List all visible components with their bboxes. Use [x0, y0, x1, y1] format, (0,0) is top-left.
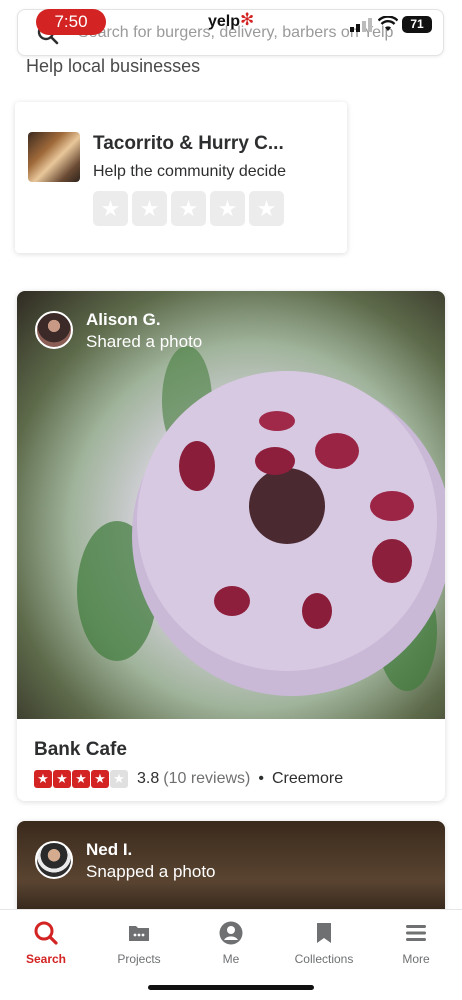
rate-star-2[interactable]: ★ — [132, 191, 167, 226]
nav-me[interactable]: Me — [191, 920, 271, 966]
user-name[interactable]: Alison G. — [86, 310, 161, 330]
user-avatar[interactable] — [35, 841, 73, 879]
nav-label: Collections — [294, 952, 354, 966]
card-footer[interactable]: Bank Cafe ★ ★ ★ ★ ★ 3.8 (10 reviews) • C… — [17, 719, 445, 801]
rate-star-1[interactable]: ★ — [93, 191, 128, 226]
search-icon — [34, 921, 58, 945]
business-name[interactable]: Bank Cafe — [34, 739, 127, 761]
projects-icon — [129, 926, 149, 941]
search-input[interactable]: Search for burgers, delivery, barbers on… — [78, 24, 393, 42]
review-prompt-subtitle: Help the community decide — [93, 163, 286, 180]
nav-search[interactable]: Search — [6, 920, 86, 966]
feed-card[interactable]: Alison G. Shared a photo Bank Cafe ★ ★ ★… — [17, 291, 445, 801]
nav-label: Projects — [117, 952, 161, 966]
rating-value: 3.8 — [137, 770, 160, 787]
rating-row: ★ ★ ★ ★ ★ 3.8 (10 reviews) • Creemore — [34, 770, 343, 788]
feed-photo[interactable] — [17, 291, 445, 719]
rating-star-row: ★ ★ ★ ★ ★ — [93, 191, 284, 226]
user-avatar[interactable] — [35, 311, 73, 349]
business-name[interactable]: Tacorrito & Hurry C... — [93, 133, 284, 155]
menu-icon — [406, 925, 426, 941]
nav-label: Me — [222, 952, 240, 966]
search-icon — [37, 23, 59, 45]
rate-star-3[interactable]: ★ — [171, 191, 206, 226]
profile-icon — [219, 921, 243, 945]
user-action: Shared a photo — [86, 332, 203, 351]
nav-more[interactable]: More — [376, 920, 456, 966]
section-title: Help local businesses — [26, 56, 201, 76]
nav-projects[interactable]: Projects — [99, 920, 179, 966]
star-icon: ★ — [72, 770, 90, 788]
star-icon: ★ — [110, 770, 128, 788]
feed-card[interactable]: Ned I. Snapped a photo — [17, 821, 445, 921]
star-icon: ★ — [53, 770, 71, 788]
rate-star-4[interactable]: ★ — [210, 191, 245, 226]
feed-photo[interactable] — [17, 821, 445, 921]
business-thumbnail[interactable] — [28, 132, 80, 182]
bookmark-icon — [317, 923, 331, 943]
business-location: Creemore — [272, 770, 344, 787]
rate-star-5[interactable]: ★ — [249, 191, 284, 226]
donut-photo-image — [77, 346, 445, 696]
star-icon: ★ — [91, 770, 109, 788]
user-name[interactable]: Ned I. — [86, 840, 132, 860]
separator-dot: • — [258, 770, 264, 787]
review-prompt-card[interactable]: Tacorrito & Hurry C... Help the communit… — [15, 102, 347, 253]
home-indicator[interactable] — [148, 985, 314, 990]
search-bar[interactable]: Search for burgers, delivery, barbers on… — [17, 9, 444, 56]
user-action: Snapped a photo — [86, 862, 216, 881]
nav-label: More — [402, 952, 430, 966]
nav-collections[interactable]: Collections — [284, 920, 364, 966]
star-icon: ★ — [34, 770, 52, 788]
review-count[interactable]: (10 reviews) — [163, 770, 250, 788]
nav-label: Search — [25, 952, 67, 966]
